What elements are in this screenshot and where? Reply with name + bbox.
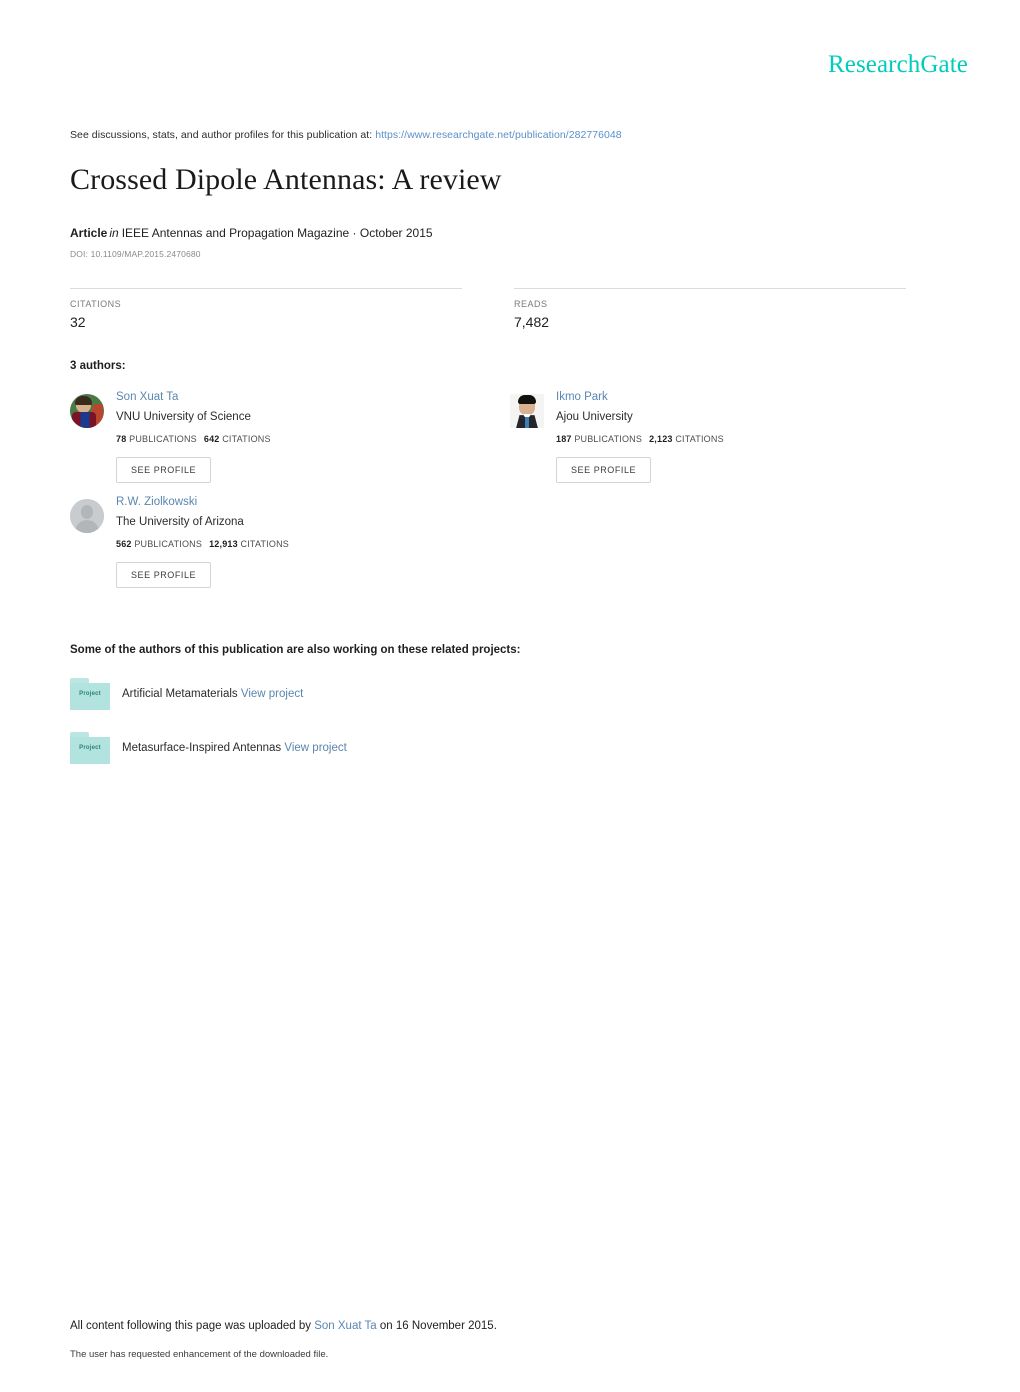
stat-value: 32 bbox=[70, 314, 86, 330]
project-folder-icon: Project bbox=[70, 678, 110, 710]
author-card: Ikmo Park Ajou University 187 PUBLICATIO… bbox=[510, 388, 950, 493]
article-type-label: Article bbox=[70, 226, 108, 240]
author-publications-count: 187 bbox=[556, 434, 572, 444]
author-card: R.W. Ziolkowski The University of Arizon… bbox=[70, 493, 510, 598]
see-discussions-text: See discussions, stats, and author profi… bbox=[70, 129, 373, 141]
projects-heading: Some of the authors of this publication … bbox=[70, 644, 521, 656]
main-content: See discussions, stats, and author profi… bbox=[70, 0, 950, 764]
stat-reads: READS 7,482 bbox=[514, 288, 906, 330]
avatar-photo-icon bbox=[510, 394, 544, 428]
author-citations-count: 12,913 bbox=[209, 539, 238, 549]
author-metrics: 187 PUBLICATIONS 2,123 CITATIONS bbox=[556, 433, 724, 445]
view-project-link[interactable]: View project bbox=[284, 742, 346, 754]
see-profile-button[interactable]: SEE PROFILE bbox=[116, 457, 212, 483]
article-in-word: in bbox=[109, 226, 119, 240]
project-title: Artificial Metamaterials bbox=[122, 688, 238, 700]
see-discussions-line: See discussions, stats, and author profi… bbox=[70, 128, 950, 142]
article-doi: DOI: 10.1109/MAP.2015.2470680 bbox=[70, 249, 201, 259]
avatar[interactable] bbox=[510, 394, 544, 428]
author-name-link[interactable]: Son Xuat Ta bbox=[116, 390, 271, 405]
author-card-empty bbox=[510, 493, 950, 598]
project-item: Project Artificial Metamaterials View pr… bbox=[70, 678, 950, 710]
researchgate-publication-page: ResearchGate See discussions, stats, and… bbox=[0, 0, 1020, 1392]
stats-row: CITATIONS 32 READS 7,482 bbox=[70, 288, 906, 330]
see-profile-button[interactable]: SEE PROFILE bbox=[556, 457, 652, 483]
uploader-link[interactable]: Son Xuat Ta bbox=[314, 1320, 376, 1332]
avatar[interactable] bbox=[70, 499, 104, 533]
author-citations-label: CITATIONS bbox=[222, 434, 271, 444]
author-publications-label: PUBLICATIONS bbox=[129, 434, 197, 444]
author-name-link[interactable]: Ikmo Park bbox=[556, 390, 724, 405]
author-publications-label: PUBLICATIONS bbox=[134, 539, 203, 549]
project-text: Metasurface-Inspired Antennas View proje… bbox=[122, 740, 347, 756]
upload-attribution: All content following this page was uplo… bbox=[70, 1318, 950, 1334]
stat-value: 7,482 bbox=[514, 314, 550, 330]
authors-row-1: Son Xuat Ta VNU University of Science 78… bbox=[70, 388, 950, 493]
article-venue: IEEE Antennas and Propagation Magazine ·… bbox=[121, 226, 433, 240]
author-citations-count: 642 bbox=[203, 434, 220, 444]
authors-row-2: R.W. Ziolkowski The University of Arizon… bbox=[70, 493, 950, 598]
stat-citations: CITATIONS 32 bbox=[70, 288, 462, 330]
project-item: Project Metasurface-Inspired Antennas Vi… bbox=[70, 732, 950, 764]
project-text: Artificial Metamaterials View project bbox=[122, 686, 303, 702]
stat-divider bbox=[70, 288, 462, 289]
author-citations-count: 2,123 bbox=[649, 434, 673, 444]
author-citations-label: CITATIONS bbox=[240, 539, 289, 549]
author-affiliation: Ajou University bbox=[556, 411, 633, 423]
see-profile-button[interactable]: SEE PROFILE bbox=[116, 562, 212, 588]
authors-list: Son Xuat Ta VNU University of Science 78… bbox=[70, 388, 950, 598]
stat-caption: CITATIONS bbox=[70, 299, 122, 309]
page-title: Crossed Dipole Antennas: A review bbox=[70, 163, 502, 196]
author-affiliation: VNU University of Science bbox=[116, 411, 251, 423]
project-icon-label: Project bbox=[79, 745, 101, 751]
author-affiliation: The University of Arizona bbox=[116, 516, 244, 528]
author-metrics: 562 PUBLICATIONS 12,913 CITATIONS bbox=[116, 538, 289, 550]
author-details: R.W. Ziolkowski The University of Arizon… bbox=[116, 493, 289, 588]
enhancement-note: The user has requested enhancement of th… bbox=[70, 1349, 329, 1360]
publication-url-link[interactable]: https://www.researchgate.net/publication… bbox=[375, 129, 622, 141]
avatar-photo-icon bbox=[70, 394, 104, 428]
stat-divider bbox=[514, 288, 906, 289]
upload-prefix: All content following this page was uplo… bbox=[70, 1320, 312, 1332]
authors-heading: 3 authors: bbox=[70, 360, 126, 372]
project-icon-label: Project bbox=[79, 691, 101, 697]
view-project-link[interactable]: View project bbox=[241, 688, 303, 700]
author-card: Son Xuat Ta VNU University of Science 78… bbox=[70, 388, 510, 493]
article-meta-line: Article in IEEE Antennas and Propagation M… bbox=[70, 225, 950, 241]
author-details: Son Xuat Ta VNU University of Science 78… bbox=[116, 388, 271, 483]
author-citations-label: CITATIONS bbox=[675, 434, 724, 444]
author-publications-count: 78 bbox=[116, 434, 127, 444]
author-metrics: 78 PUBLICATIONS 642 CITATIONS bbox=[116, 433, 271, 445]
avatar[interactable] bbox=[70, 394, 104, 428]
author-publications-label: PUBLICATIONS bbox=[574, 434, 643, 444]
author-details: Ikmo Park Ajou University 187 PUBLICATIO… bbox=[556, 388, 724, 483]
author-name-link[interactable]: R.W. Ziolkowski bbox=[116, 495, 289, 510]
project-folder-icon: Project bbox=[70, 732, 110, 764]
author-publications-count: 562 bbox=[116, 539, 132, 549]
stat-caption: READS bbox=[514, 299, 548, 309]
project-title: Metasurface-Inspired Antennas bbox=[122, 742, 282, 754]
default-person-avatar-icon bbox=[70, 499, 104, 533]
page-footer: All content following this page was uplo… bbox=[70, 1318, 950, 1361]
upload-suffix: on 16 November 2015. bbox=[379, 1320, 497, 1332]
